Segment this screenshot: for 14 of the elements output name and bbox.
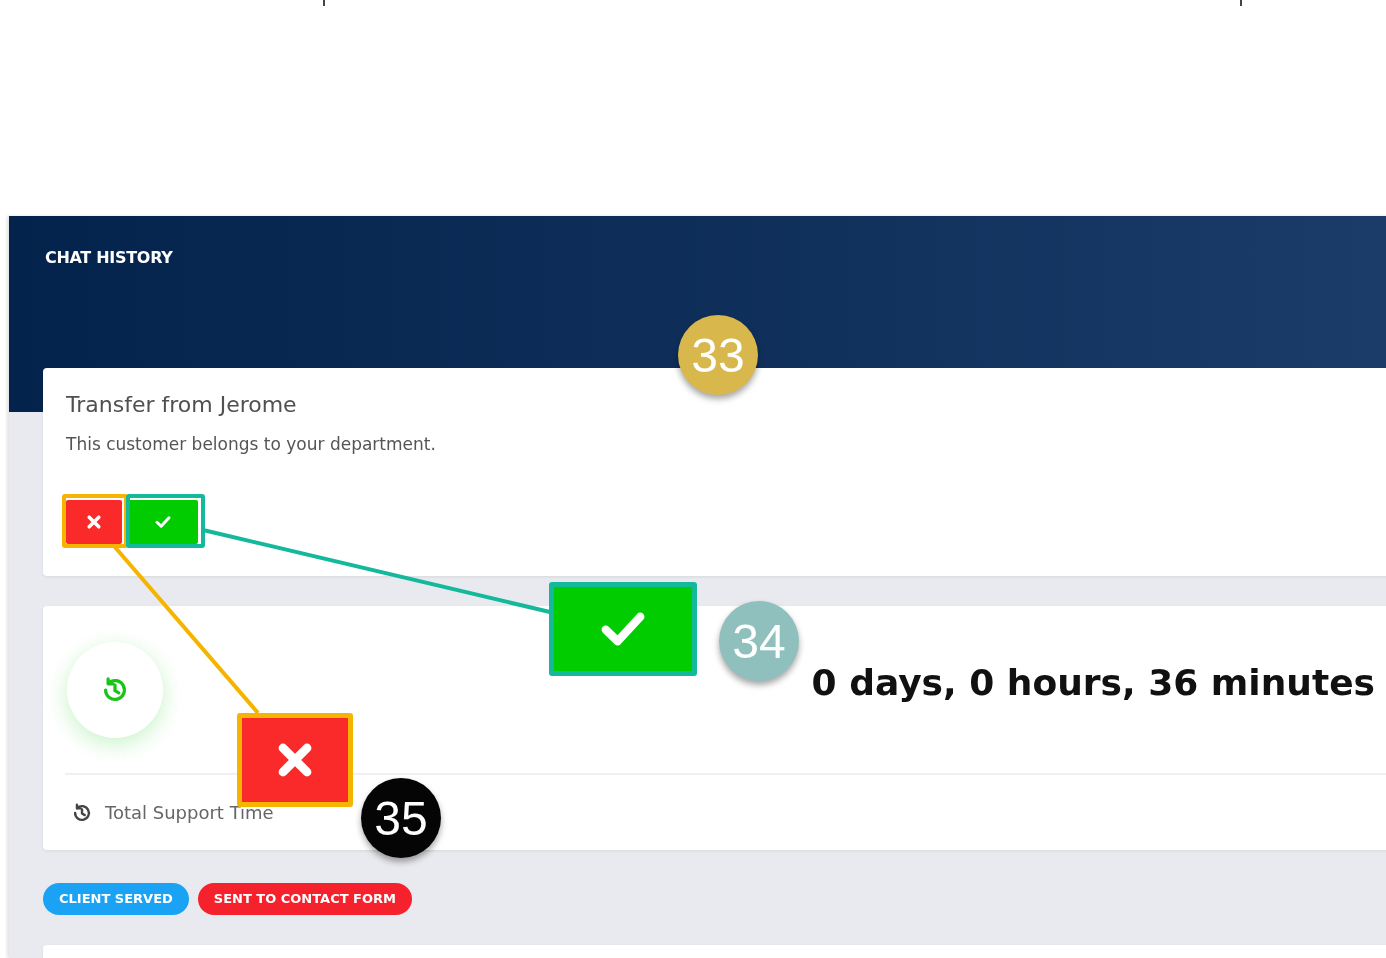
status-tag: SENT TO CONTACT FORM <box>197 883 412 915</box>
support-time-label: Total Support Time <box>105 802 274 823</box>
transfer-message: This customer belongs to your department. <box>66 433 436 456</box>
highlight-frame <box>62 494 128 548</box>
status-tag: CLIENT SERVED <box>43 883 189 915</box>
support-duration: 0 days, 0 hours, 36 minutes <box>811 662 1375 703</box>
tick-mark <box>323 0 325 6</box>
check-icon <box>155 514 171 530</box>
tick-mark <box>1240 0 1242 6</box>
reject-button[interactable] <box>66 500 122 544</box>
history-icon <box>71 801 93 824</box>
close-icon <box>86 514 102 530</box>
panel-title: CHAT HISTORY <box>45 248 173 268</box>
transfer-title: Transfer from Jerome <box>66 391 297 419</box>
